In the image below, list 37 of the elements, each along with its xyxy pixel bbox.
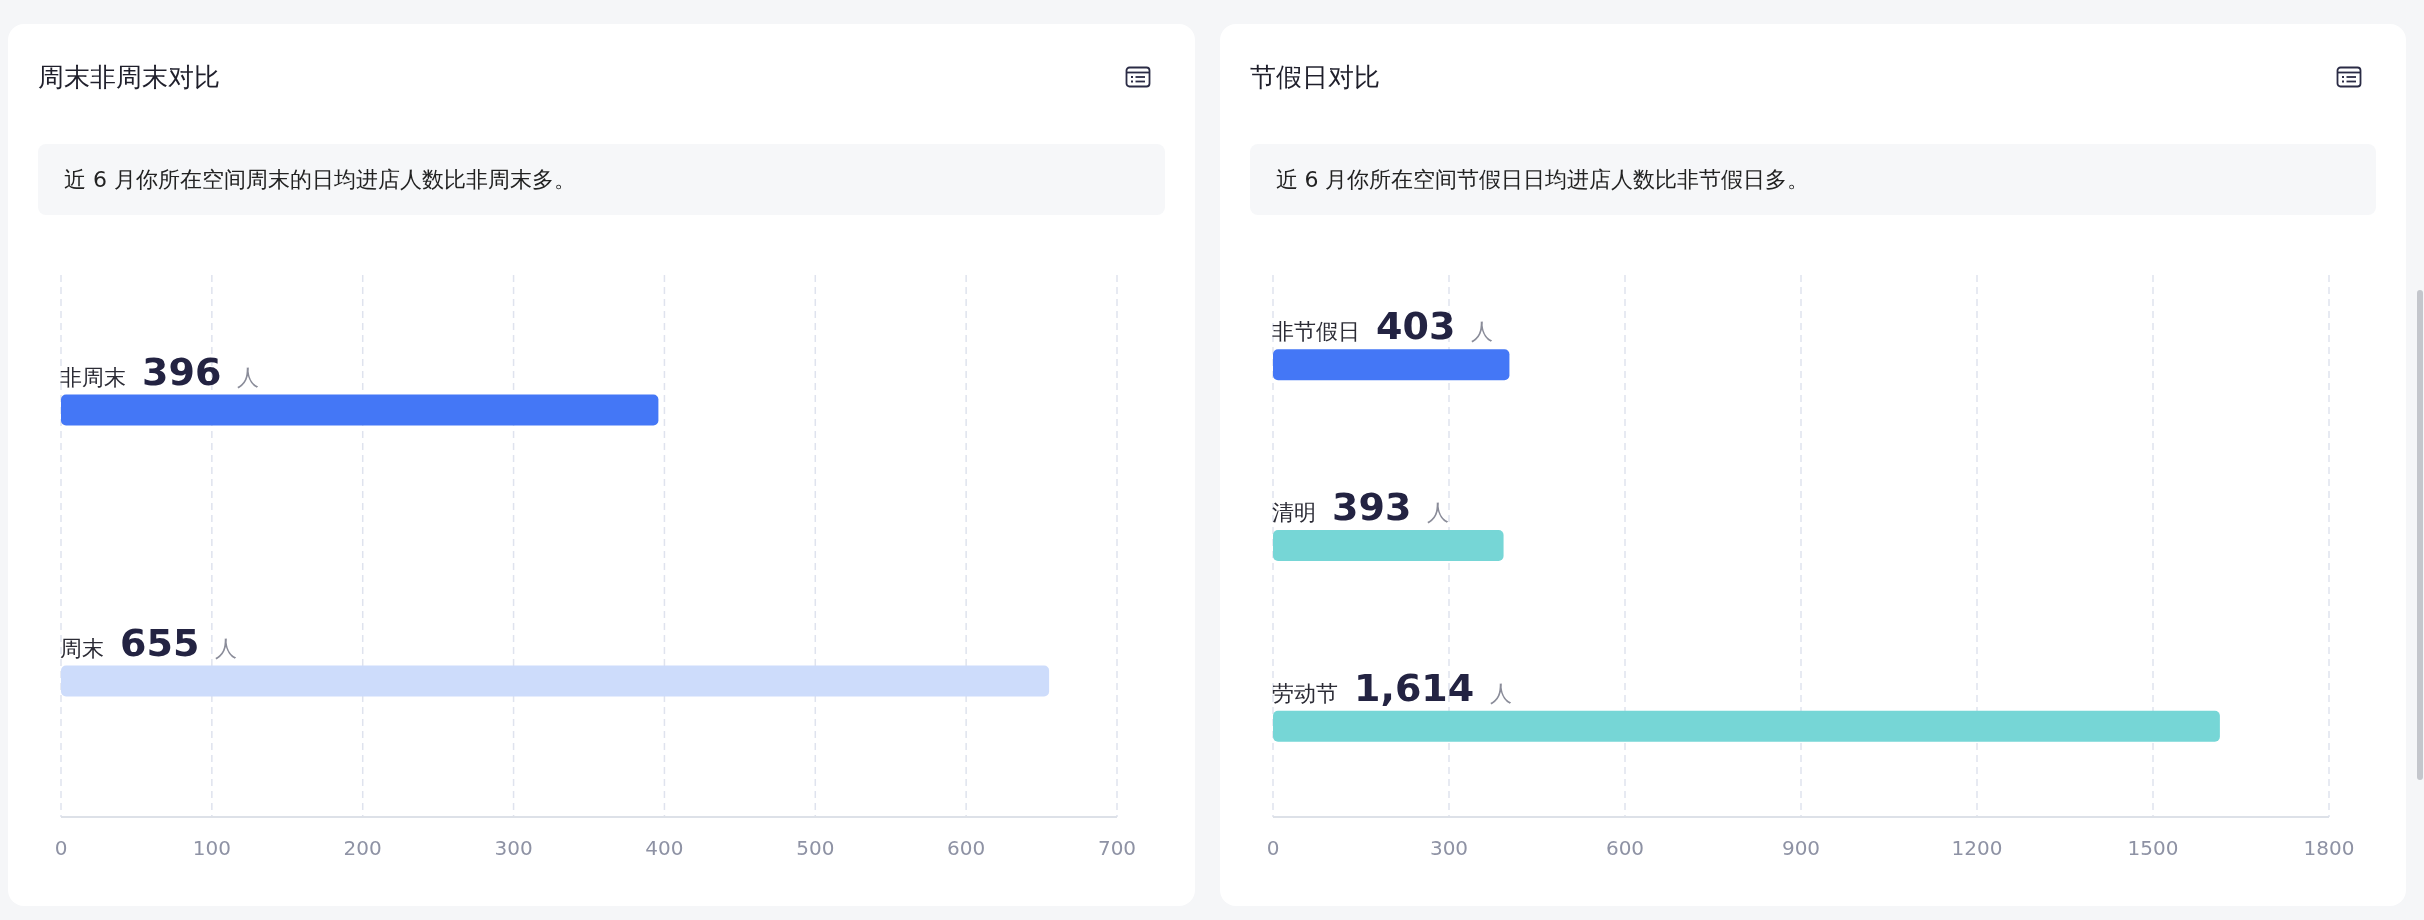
axis-tick-label: 300 <box>1429 836 1468 860</box>
axis-tick-label: 300 <box>494 836 533 860</box>
category-label: 周末 <box>60 635 104 661</box>
axis-tick-label: 1800 <box>2303 836 2354 860</box>
value-label: 655 <box>120 620 200 665</box>
unit-label: 人 <box>1426 500 1449 525</box>
axis-tick-label: 200 <box>343 836 382 860</box>
axis-tick-label: 700 <box>1097 836 1137 860</box>
category-label: 非周末 <box>60 364 126 390</box>
unit-label: 人 <box>237 364 260 390</box>
card-title: 节假日对比 <box>1249 60 1380 94</box>
summary-note: 近 6 月你所在空间节假日日均进店人数比非节假日多。 <box>1249 144 2376 215</box>
scrollbar-thumb[interactable] <box>2417 290 2423 780</box>
unit-label: 人 <box>1470 319 1493 345</box>
axis-tick-label: 500 <box>796 836 835 860</box>
value-label: 1,614 <box>1353 665 1474 710</box>
value-label: 396 <box>142 349 222 394</box>
axis-tick-label: 600 <box>1605 836 1644 860</box>
unit-label: 人 <box>1489 680 1512 706</box>
axis-tick-label: 1500 <box>2127 836 2178 860</box>
axis-tick-label: 0 <box>1266 836 1279 860</box>
value-label: 403 <box>1375 304 1455 349</box>
card-title: 周末非周末对比 <box>38 60 220 94</box>
axis-tick-label: 900 <box>1781 836 1820 860</box>
unit-label: 人 <box>215 635 238 661</box>
table-icon <box>2336 66 2362 88</box>
axis-tick-label: 600 <box>947 836 986 860</box>
category-label: 清明 <box>1271 500 1316 525</box>
category-label: 非节假日 <box>1271 319 1360 345</box>
table-icon <box>1124 66 1151 88</box>
summary-note: 近 6 月你所在空间周末的日均进店人数比非周末多。 <box>38 144 1165 215</box>
value-label: 393 <box>1331 485 1411 529</box>
axis-tick-label: 100 <box>192 836 231 860</box>
axis-tick-label: 0 <box>54 836 68 860</box>
category-label: 劳动节 <box>1271 680 1338 706</box>
axis-tick-label: 400 <box>645 836 684 860</box>
axis-tick-label: 1200 <box>1951 836 2002 860</box>
